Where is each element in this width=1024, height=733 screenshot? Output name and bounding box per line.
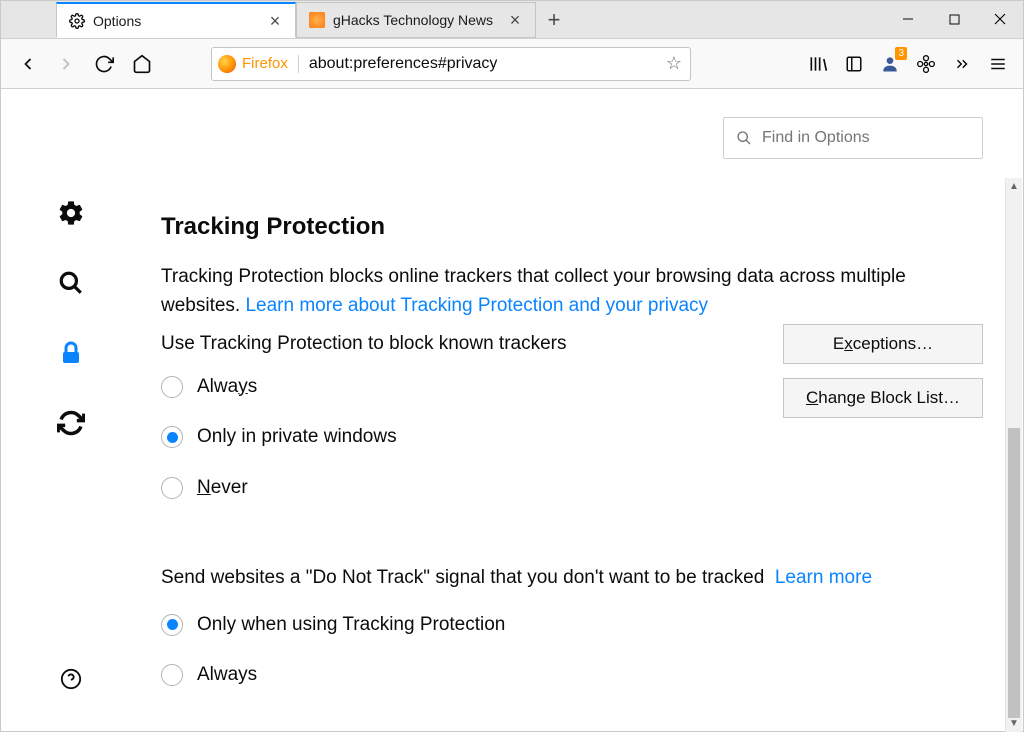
find-input[interactable] [762, 129, 970, 147]
minimize-button[interactable] [885, 0, 931, 38]
sync-category-icon[interactable] [57, 409, 85, 437]
content-area: Tracking Protection Tracking Protection … [1, 89, 1023, 733]
find-in-options[interactable] [723, 117, 983, 159]
search-icon [736, 130, 752, 146]
home-button[interactable] [125, 47, 159, 81]
radio-icon [161, 614, 183, 636]
radio-icon [161, 664, 183, 686]
scroll-up-icon[interactable]: ▲ [1006, 178, 1022, 195]
main-panel: Tracking Protection Tracking Protection … [141, 89, 1023, 733]
support-icon[interactable] [57, 665, 85, 693]
url-text: about:preferences#privacy [309, 55, 664, 73]
maximize-button[interactable] [931, 0, 977, 38]
window-controls [885, 0, 1023, 38]
tp-subhead: Use Tracking Protection to block known t… [161, 330, 567, 359]
close-icon[interactable]: × [507, 13, 523, 27]
tab-title: gHacks Technology News [333, 12, 507, 28]
reload-button[interactable] [87, 47, 121, 81]
change-blocklist-button[interactable]: Change Block List… [783, 378, 983, 418]
extension-icon[interactable]: 3 [875, 49, 905, 79]
exceptions-button[interactable]: Exceptions… [783, 324, 983, 364]
back-button[interactable] [11, 47, 45, 81]
tab-strip: Options × gHacks Technology News × + [1, 1, 885, 38]
flower-icon[interactable] [911, 49, 941, 79]
category-sidebar [1, 89, 141, 733]
vertical-scrollbar[interactable]: ▲ ▼ [1005, 178, 1022, 732]
url-bar[interactable]: Firefox about:preferences#privacy ☆ [211, 47, 691, 81]
radio-icon [161, 376, 183, 398]
site-favicon [309, 12, 325, 28]
firefox-icon [218, 55, 236, 73]
notification-badge: 3 [895, 47, 907, 60]
tp-radio-group: Always Only in private windows Never [161, 373, 567, 503]
tab-title: Options [93, 13, 267, 29]
tab-options[interactable]: Options × [56, 2, 296, 38]
radio-dnt-only-tp[interactable]: Only when using Tracking Protection [161, 611, 983, 640]
forward-button[interactable] [49, 47, 83, 81]
radio-icon [161, 477, 183, 499]
identity-label: Firefox [242, 55, 288, 72]
dnt-text: Send websites a "Do Not Track" signal th… [161, 564, 983, 593]
close-icon[interactable]: × [267, 14, 283, 28]
dnt-section: Send websites a "Do Not Track" signal th… [161, 564, 983, 690]
tab-ghacks[interactable]: gHacks Technology News × [296, 2, 536, 38]
section-heading: Tracking Protection [161, 209, 983, 245]
radio-always[interactable]: Always [161, 373, 567, 402]
new-tab-button[interactable]: + [536, 2, 572, 38]
sidebar-icon[interactable] [839, 49, 869, 79]
scroll-down-icon[interactable]: ▼ [1006, 715, 1022, 732]
radio-dnt-always[interactable]: Always [161, 661, 983, 690]
radio-never[interactable]: Never [161, 474, 567, 503]
identity-box[interactable]: Firefox [218, 55, 299, 73]
dnt-learn-more-link[interactable]: Learn more [775, 567, 872, 588]
privacy-category-icon[interactable] [57, 339, 85, 367]
nav-toolbar: Firefox about:preferences#privacy ☆ 3 [1, 39, 1023, 89]
radio-private-windows[interactable]: Only in private windows [161, 423, 567, 452]
overflow-icon[interactable] [947, 49, 977, 79]
general-category-icon[interactable] [57, 199, 85, 227]
bookmark-star-icon[interactable]: ☆ [664, 53, 684, 74]
library-icon[interactable] [803, 49, 833, 79]
menu-button[interactable] [983, 49, 1013, 79]
close-window-button[interactable] [977, 0, 1023, 38]
section-description: Tracking Protection blocks online tracke… [161, 263, 961, 320]
gear-icon [69, 13, 85, 29]
title-bar: Options × gHacks Technology News × + [1, 1, 1023, 39]
search-category-icon[interactable] [57, 269, 85, 297]
learn-more-link[interactable]: Learn more about Tracking Protection and… [245, 295, 708, 316]
radio-icon [161, 426, 183, 448]
scroll-thumb[interactable] [1008, 428, 1020, 718]
